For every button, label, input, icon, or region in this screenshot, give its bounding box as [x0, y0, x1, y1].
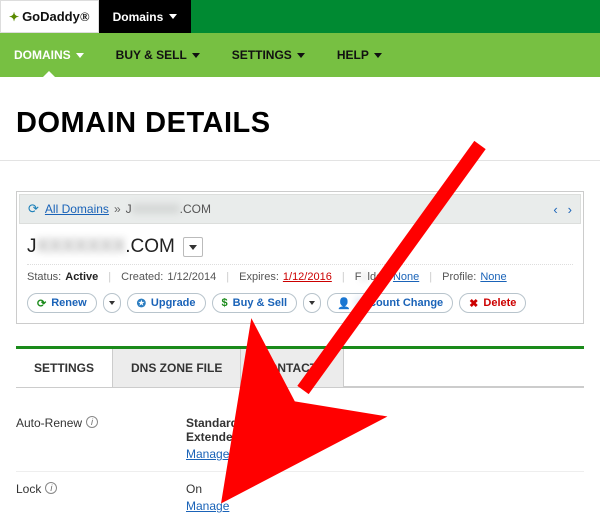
- chevron-down-icon: [192, 53, 200, 58]
- person-icon: 👤: [337, 297, 351, 310]
- status-label: Status:: [27, 271, 61, 283]
- tab-settings[interactable]: SETTINGS: [16, 349, 113, 387]
- logo-text: GoDaddy: [22, 9, 80, 24]
- action-pills: ⟳Renew ✪Upgrade $Buy & Sell 👤Account Cha…: [17, 293, 583, 323]
- expires-link[interactable]: 1/12/2016: [283, 271, 332, 283]
- expires-label: Expires:: [239, 271, 279, 283]
- top-nav-domains[interactable]: Domains: [99, 0, 192, 33]
- setting-lock: Lock i On Manage: [16, 472, 584, 523]
- page-title: DOMAIN DETAILS: [0, 77, 600, 160]
- refresh-icon[interactable]: ⟳: [28, 201, 39, 217]
- created-value: 1/12/2014: [167, 271, 216, 283]
- tab-dns-zone-file[interactable]: DNS ZONE FILE: [113, 349, 241, 387]
- info-icon[interactable]: i: [45, 482, 57, 494]
- next-domain-icon[interactable]: ›: [568, 202, 572, 217]
- profile-label: Profile:: [442, 271, 476, 283]
- domain-meta: Status: Active | Created: 1/12/2014 | Ex…: [17, 265, 583, 293]
- renew-dropdown[interactable]: [103, 293, 121, 313]
- account-change-button[interactable]: 👤Account Change: [327, 293, 453, 313]
- top-bar: ✦ GoDaddy® Domains: [0, 0, 600, 33]
- chevron-down-icon: [109, 301, 115, 305]
- dollar-icon: $: [222, 297, 228, 309]
- chevron-down-icon: [309, 301, 315, 305]
- domain-dropdown-button[interactable]: [183, 237, 203, 257]
- prev-domain-icon[interactable]: ‹: [553, 202, 557, 217]
- folder-link[interactable]: None: [393, 271, 419, 283]
- folder-label: Folder:: [355, 271, 389, 283]
- created-label: Created:: [121, 271, 163, 283]
- status-value: Active: [65, 271, 98, 283]
- auto-renew-label: Auto-Renew: [16, 416, 82, 430]
- domain-name: JXXXXXXX.COM: [27, 236, 175, 258]
- tab-contacts[interactable]: CONTACTS: [241, 349, 344, 387]
- chevron-down-icon: [169, 14, 177, 19]
- settings-panel: Auto-Renew i Standard: Off Extended: Off…: [0, 388, 600, 523]
- breadcrumb-separator: »: [114, 202, 121, 216]
- buy-sell-dropdown[interactable]: [303, 293, 321, 313]
- auto-renew-manage-link[interactable]: Manage: [186, 447, 263, 461]
- delete-icon: ✖: [469, 297, 478, 310]
- nav-buy-sell[interactable]: BUY & SELL: [110, 33, 206, 77]
- buy-sell-button[interactable]: $Buy & Sell: [212, 293, 298, 313]
- renew-icon: ⟳: [37, 297, 46, 310]
- lock-manage-link[interactable]: Manage: [186, 499, 229, 513]
- profile-link[interactable]: None: [480, 271, 506, 283]
- chevron-down-icon: [76, 53, 84, 58]
- divider: [0, 160, 600, 161]
- domain-panel: ⟳ All Domains » JXXXXXX.COM ‹ › JXXXXXXX…: [16, 191, 584, 324]
- chevron-down-icon: [374, 53, 382, 58]
- lock-label: Lock: [16, 482, 41, 496]
- logo-icon: ✦: [9, 10, 19, 24]
- nav-settings[interactable]: SETTINGS: [226, 33, 311, 77]
- chevron-down-icon: [297, 53, 305, 58]
- upgrade-icon: ✪: [137, 297, 146, 310]
- tabs: SETTINGS DNS ZONE FILE CONTACTS: [16, 346, 584, 388]
- chevron-down-icon: [189, 245, 197, 250]
- nav-domains[interactable]: DOMAINS: [8, 33, 90, 77]
- breadcrumb-current: JXXXXXX.COM: [126, 202, 211, 216]
- godaddy-logo[interactable]: ✦ GoDaddy®: [0, 0, 99, 33]
- renew-button[interactable]: ⟳Renew: [27, 293, 97, 313]
- main-nav: DOMAINS BUY & SELL SETTINGS HELP: [0, 33, 600, 77]
- breadcrumb: ⟳ All Domains » JXXXXXX.COM ‹ ›: [19, 194, 581, 224]
- info-icon[interactable]: i: [86, 416, 98, 428]
- delete-button[interactable]: ✖Delete: [459, 293, 526, 313]
- auto-renew-standard-value: Off: [245, 416, 261, 430]
- setting-auto-renew: Auto-Renew i Standard: Off Extended: Off…: [16, 406, 584, 472]
- breadcrumb-all-domains[interactable]: All Domains: [45, 202, 109, 216]
- upgrade-button[interactable]: ✪Upgrade: [127, 293, 206, 313]
- auto-renew-extended-value: Off: [247, 430, 263, 444]
- lock-value: On: [186, 482, 229, 496]
- nav-help[interactable]: HELP: [331, 33, 388, 77]
